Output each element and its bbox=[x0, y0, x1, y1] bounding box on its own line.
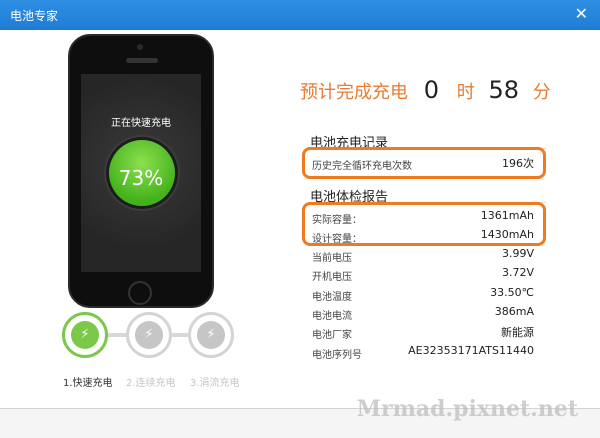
row-label: 电池序列号 bbox=[312, 350, 362, 361]
step-trickle-charge: ⚡ bbox=[188, 312, 234, 358]
current-voltage-row: 当前电压 3.99V bbox=[312, 246, 534, 264]
row-value: 386mA bbox=[494, 305, 534, 318]
battery-serial-row: 电池序列号 AE32353171ATS11440 bbox=[312, 343, 534, 361]
step-continuous-charge: ⚡ bbox=[126, 312, 172, 358]
eta-minutes-unit: 分 bbox=[532, 82, 551, 103]
eta-hours-unit: 时 bbox=[456, 82, 475, 103]
battery-temperature-row: 电池温度 33.50℃ bbox=[312, 285, 534, 303]
row-value: 3.72V bbox=[501, 266, 534, 279]
eta-label: 预计完成充电 bbox=[300, 82, 408, 103]
eta-hours: 0 bbox=[423, 76, 440, 104]
battery-percent: 73% bbox=[118, 166, 164, 190]
plug-icon: ⚡ bbox=[144, 327, 154, 342]
phone-home-button bbox=[128, 281, 152, 305]
boot-voltage-row: 开机电压 3.72V bbox=[312, 265, 534, 283]
phone-speaker bbox=[126, 58, 158, 63]
row-label: 当前电压 bbox=[312, 253, 352, 264]
row-value: 3.99V bbox=[501, 247, 534, 260]
battery-current-row: 电池电流 386mA bbox=[312, 304, 534, 322]
phone-camera bbox=[137, 44, 143, 50]
charge-eta: 预计完成充电 0 时 58 分 bbox=[300, 76, 551, 106]
charging-status-text: 正在快速充电 bbox=[111, 118, 171, 129]
eta-minutes: 58 bbox=[488, 76, 520, 104]
row-value: 新能源 bbox=[501, 326, 534, 339]
watermark: Mrmad.pixnet.net bbox=[356, 396, 578, 422]
close-icon[interactable]: ✕ bbox=[575, 4, 588, 24]
step-label: 2.连续充电 bbox=[126, 378, 176, 389]
plug-icon: ⚡ bbox=[206, 327, 216, 342]
row-label: 电池温度 bbox=[312, 292, 352, 303]
title-bar: 电池专家 ✕ bbox=[0, 0, 600, 30]
row-label: 开机电压 bbox=[312, 272, 352, 283]
step-label: 1.快速充电 bbox=[63, 378, 113, 389]
step-label: 3.涓流充电 bbox=[190, 378, 240, 389]
row-label: 电池电流 bbox=[312, 311, 352, 322]
step-fast-charge: ⚡ bbox=[62, 312, 108, 358]
phone-screen: 正在快速充电 73% bbox=[81, 74, 201, 272]
row-value: AE32353171ATS11440 bbox=[408, 344, 534, 357]
highlight-box bbox=[302, 147, 546, 179]
window-title: 电池专家 bbox=[10, 9, 59, 23]
battery-manufacturer-row: 电池厂家 新能源 bbox=[312, 323, 534, 341]
highlight-box bbox=[302, 202, 546, 246]
phone-illustration: 正在快速充电 73% bbox=[68, 34, 214, 308]
row-label: 电池厂家 bbox=[312, 330, 352, 341]
row-value: 33.50℃ bbox=[490, 286, 534, 299]
plug-icon: ⚡ bbox=[80, 327, 90, 342]
